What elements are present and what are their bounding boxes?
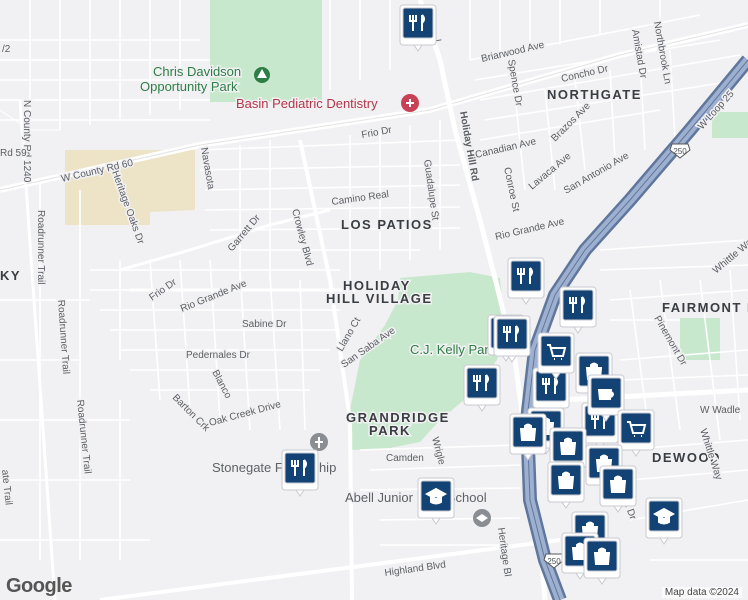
highway-shield-250-south: 250 [543, 553, 565, 569]
highway-shield-250-north: 250 [669, 143, 691, 159]
street-label-heritage-bl: Heritage Bl [495, 527, 513, 578]
restaurant-marker[interactable] [493, 315, 531, 363]
shopping-bag-marker[interactable] [547, 461, 585, 509]
place-label-abell[interactable]: Abell Junior High School [344, 489, 489, 507]
place-label-park-2[interactable]: Opportunity Park [139, 78, 240, 96]
place-label-kelly-park[interactable]: C.J. Kelly Park [409, 341, 498, 359]
shopping-bag-marker[interactable] [509, 413, 547, 461]
street-label-san-antonio: San Antonio Ave [562, 150, 631, 196]
street-label-fraction: /2 [2, 44, 11, 55]
street-label-frio-top: Frio Dr [361, 125, 394, 141]
street-label-rd-59: Rd 59 [0, 148, 27, 159]
neighborhood-fairmont: FAIRMONT P [662, 300, 748, 315]
street-label-navasota: Navasota [198, 147, 216, 191]
street-label-pedernales: Pedernales Dr [186, 350, 251, 361]
street-label-trail-edge: ate Trail [0, 469, 14, 506]
svg-text:250: 250 [673, 147, 687, 156]
street-label-conroe: Conroe St [501, 166, 521, 213]
map-canvas[interactable]: 250 250 NORTHGATE LOS PATIOS HOLIDAY HIL… [0, 0, 748, 600]
place-label-park-1[interactable]: Chris Davidson [152, 63, 243, 81]
street-label-rio-grande-right: Rio Grande Ave [494, 216, 566, 243]
street-label-roadrunner-1: Roadrunner Trail [35, 210, 46, 284]
street-label-w-wadley: W Wadle [700, 405, 741, 416]
school-marker[interactable] [417, 477, 455, 525]
street-label-n-county-rd-1240: N County Rd 1240 [21, 100, 32, 183]
place-label-dentistry[interactable]: Basin Pediatric Dentistry [235, 95, 380, 113]
street-label-blanco: Blanco [209, 368, 233, 401]
street-label-wrigley: Wrigle [429, 436, 447, 466]
neighborhood-los-patios: LOS PATIOS [341, 217, 433, 232]
grocery-cart-marker[interactable] [617, 409, 655, 457]
street-label-barton: Barton Crk [170, 392, 212, 434]
school-marker[interactable] [645, 497, 683, 545]
school-icon [473, 509, 491, 527]
park-icon [254, 67, 270, 83]
restaurant-marker[interactable] [507, 257, 545, 305]
restaurant-marker[interactable] [399, 4, 437, 52]
map-attribution[interactable]: Map data ©2024 [661, 587, 742, 598]
grocery-cart-marker[interactable] [537, 332, 575, 380]
street-label-garrett: Garrett Dr [226, 212, 263, 254]
street-label-roadrunner-3: Roadrunner Trail [74, 399, 93, 474]
restaurant-marker[interactable] [463, 364, 501, 412]
church-icon [310, 433, 328, 451]
neighborhood-holiday-hill-2: HILL VILLAGE [326, 291, 433, 306]
shopping-bag-marker[interactable] [583, 537, 621, 585]
street-label-camden: Camden [386, 453, 424, 464]
shopping-bag-marker[interactable] [599, 465, 637, 513]
street-label-camino: Camino Real [331, 189, 390, 208]
restaurant-marker[interactable] [559, 286, 597, 334]
google-logo[interactable]: Google [6, 575, 72, 598]
restaurant-marker[interactable] [532, 367, 570, 415]
svg-text:250: 250 [547, 557, 561, 566]
neighborhood-sky: KY [0, 268, 21, 283]
restaurant-marker[interactable] [281, 449, 319, 497]
street-label-guadalupe: Guadalupe St [421, 159, 440, 221]
hospital-icon [401, 94, 419, 112]
cafe-icon [597, 389, 614, 400]
street-label-sabine: Sabine Dr [242, 319, 287, 330]
street-label-crowley: Crowley Blvd [289, 208, 315, 267]
neighborhood-northgate: NORTHGATE [547, 87, 642, 102]
street-label-roadrunner-2: Roadrunner Trail [55, 299, 71, 374]
neighborhood-grandridge-2: PARK [369, 423, 411, 438]
